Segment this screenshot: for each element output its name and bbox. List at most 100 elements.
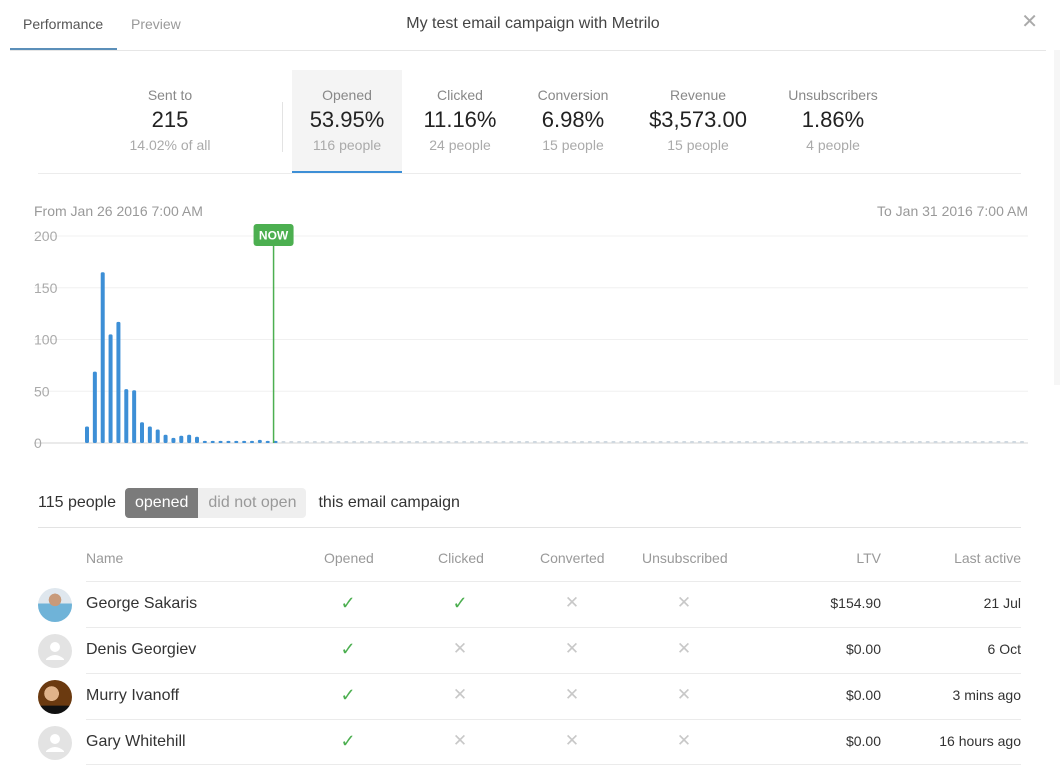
stat-revenue[interactable]: Revenue $3,573.00 15 people <box>638 70 758 174</box>
close-icon[interactable]: ✕ <box>1021 12 1038 32</box>
future-bar <box>941 441 946 443</box>
column-clicked[interactable]: Clicked <box>438 550 484 566</box>
bar <box>187 434 192 443</box>
stats-bar: Sent to 215 14.02% of all Opened 53.95% … <box>38 70 1021 174</box>
future-bar <box>532 441 537 443</box>
future-bar <box>485 441 490 443</box>
future-bar <box>595 441 600 443</box>
person-name[interactable]: Murry Ivanoff <box>86 687 179 705</box>
ltv-value: $0.00 <box>845 687 881 703</box>
future-bar <box>925 441 930 443</box>
stat-unsubscribers[interactable]: Unsubscribers 1.86% 4 people <box>778 70 888 174</box>
future-bar <box>815 441 820 443</box>
future-bar <box>352 441 357 443</box>
future-bar <box>422 441 427 443</box>
filter-did-not-open-button[interactable]: did not open <box>198 488 307 518</box>
table-row[interactable]: Gary Whitehill ✓ ✕ ✕ ✕ $0.00 16 hours ago <box>0 719 1060 765</box>
future-bar <box>768 441 773 443</box>
future-bar <box>650 441 655 443</box>
filter-opened-button[interactable]: opened <box>125 488 199 518</box>
clicked-cross-icon: ✕ <box>452 731 468 750</box>
future-bar <box>611 441 616 443</box>
opened-check-icon: ✓ <box>340 685 356 705</box>
stat-value: $3,573.00 <box>649 107 747 132</box>
future-bar <box>737 441 742 443</box>
table-row[interactable]: Murry Ivanoff ✓ ✕ ✕ ✕ $0.00 3 mins ago <box>0 673 1060 719</box>
future-bar <box>666 441 671 443</box>
person-name[interactable]: Gary Whitehill <box>86 733 186 751</box>
future-bar <box>870 441 875 443</box>
future-bar <box>878 441 883 443</box>
column-unsubscribed[interactable]: Unsubscribed <box>642 550 728 566</box>
active-stat-indicator <box>292 171 402 173</box>
future-bar <box>705 441 710 443</box>
future-bar <box>344 441 349 443</box>
column-ltv[interactable]: LTV <box>800 550 881 566</box>
last-active-value: 6 Oct <box>987 641 1021 657</box>
future-bar <box>360 441 364 443</box>
future-bar <box>807 441 812 443</box>
bar <box>92 371 97 443</box>
future-bar <box>336 441 341 443</box>
future-bar <box>792 441 797 443</box>
column-name[interactable]: Name <box>86 550 123 566</box>
unsubscribed-cross-icon: ✕ <box>676 593 692 612</box>
future-bar <box>658 441 663 443</box>
future-bar <box>462 441 467 443</box>
bar <box>124 389 129 443</box>
y-tick-label: 150 <box>34 280 58 296</box>
stat-value: 1.86% <box>801 107 865 132</box>
bar <box>179 435 184 443</box>
bar <box>218 440 223 443</box>
range-from: From Jan 26 2016 7:00 AM <box>34 203 203 219</box>
future-bar <box>548 441 553 443</box>
future-bar <box>509 441 514 443</box>
active-tab-indicator <box>10 48 117 50</box>
user-icon <box>46 734 64 752</box>
future-bar <box>800 441 804 443</box>
avatar-placeholder <box>38 634 72 668</box>
person-name[interactable]: George Sakaris <box>86 595 197 613</box>
future-bar <box>470 441 474 443</box>
bar <box>85 426 89 443</box>
bar <box>140 422 144 443</box>
future-bar <box>556 441 561 443</box>
column-converted[interactable]: Converted <box>540 550 605 566</box>
future-bar <box>776 441 781 443</box>
future-bar <box>580 441 584 443</box>
opened-check-icon: ✓ <box>340 639 356 659</box>
converted-cross-icon: ✕ <box>564 685 580 704</box>
campaign-title: My test email campaign with Metrilo <box>406 15 660 32</box>
future-bar <box>320 441 325 443</box>
stat-label: Conversion <box>537 87 609 103</box>
row-divider <box>86 581 1021 582</box>
future-bar <box>454 441 459 443</box>
person-name[interactable]: Denis Georgiev <box>86 641 196 659</box>
column-last-active[interactable]: Last active <box>900 550 1021 566</box>
stat-sub: 14.02% of all <box>129 137 211 153</box>
user-icon <box>46 642 64 660</box>
divider <box>38 527 1021 528</box>
future-bar <box>415 441 419 443</box>
future-bar <box>713 441 718 443</box>
table-row[interactable]: George Sakaris ✓ ✓ ✕ ✕ $154.90 21 Jul <box>0 581 1060 627</box>
unsubscribed-cross-icon: ✕ <box>676 639 692 658</box>
column-opened[interactable]: Opened <box>324 550 374 566</box>
stat-conversion[interactable]: Conversion 6.98% 15 people <box>523 70 623 174</box>
stat-label: Sent to <box>147 87 193 103</box>
future-bar <box>446 441 451 443</box>
future-bar <box>752 441 757 443</box>
bar <box>265 440 270 443</box>
stat-sub: 24 people <box>429 137 491 153</box>
stat-opened[interactable]: Opened 53.95% 116 people <box>292 70 402 174</box>
stat-sent-to[interactable]: Sent to 215 14.02% of all <box>120 70 220 174</box>
stat-clicked[interactable]: Clicked 11.16% 24 people <box>410 70 510 174</box>
future-bar <box>407 441 412 443</box>
future-bar <box>690 441 694 443</box>
future-bar <box>784 441 789 443</box>
future-bar <box>697 441 702 443</box>
future-bar <box>312 441 317 443</box>
future-bar <box>375 441 380 443</box>
table-row[interactable]: Denis Georgiev ✓ ✕ ✕ ✕ $0.00 6 Oct <box>0 627 1060 673</box>
bar <box>250 440 254 443</box>
